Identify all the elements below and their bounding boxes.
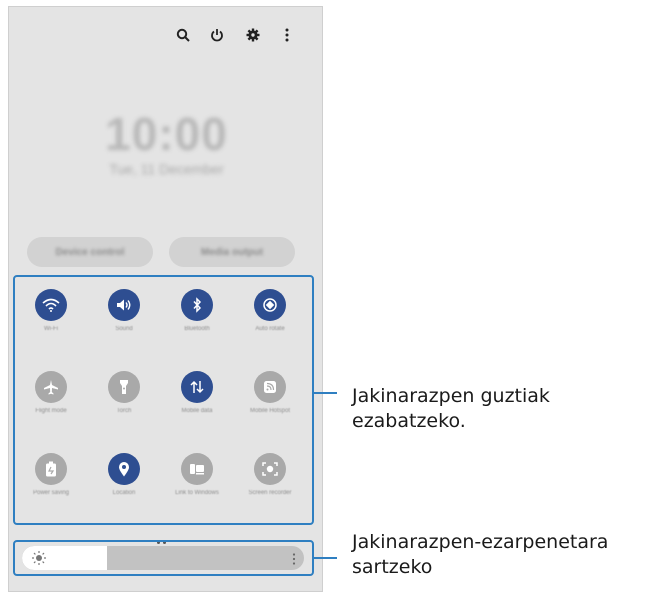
more-options-icon[interactable] <box>273 21 301 49</box>
tile-bluetooth[interactable]: Bluetooth <box>162 279 232 355</box>
device-control-label: Device control <box>55 246 125 258</box>
airplane-icon <box>35 371 67 403</box>
search-icon[interactable] <box>169 21 197 49</box>
torch-icon <box>108 371 140 403</box>
tile-label: Auto rotate <box>255 326 285 332</box>
sound-icon <box>108 289 140 321</box>
tile-label: Flight mode <box>35 408 67 414</box>
callout-bottom-line1: Jakinarazpen-ezarpenetara <box>352 531 609 553</box>
brightness-slider[interactable] <box>22 546 304 570</box>
wifi-icon <box>35 289 67 321</box>
sun-icon <box>31 550 47 566</box>
callout-clear-notifications: Jakinarazpen guztiak ezabatzeko. <box>352 384 550 434</box>
tile-link-to-windows[interactable]: Link to Windows <box>162 443 232 519</box>
quick-panel-toolbar <box>169 21 319 49</box>
tile-location[interactable]: Location <box>89 443 159 519</box>
power-icon[interactable] <box>203 21 231 49</box>
hotspot-icon <box>254 371 286 403</box>
link-windows-icon <box>181 453 213 485</box>
media-output-label: Media output <box>200 246 264 258</box>
page-indicator <box>157 531 177 544</box>
callout-notification-settings: Jakinarazpen-ezarpenetara sartzeko <box>352 530 608 580</box>
auto-rotate-icon <box>254 289 286 321</box>
callout-top-line1: Jakinarazpen guztiak <box>352 385 550 407</box>
tile-label: Bluetooth <box>184 326 210 332</box>
tile-label: Mobile data <box>181 408 213 414</box>
device-control-button[interactable]: Device control <box>27 237 153 267</box>
tile-power-saving[interactable]: Power saving <box>16 443 86 519</box>
tile-mobile-data[interactable]: Mobile data <box>162 361 232 437</box>
tile-label: Torch <box>116 408 132 414</box>
tile-label: Link to Windows <box>175 490 219 496</box>
tile-label: Wi-Fi <box>44 326 58 332</box>
tile-wifi[interactable]: Wi-Fi <box>16 279 86 355</box>
more-options-icon[interactable] <box>292 552 296 565</box>
callout-line-top <box>313 392 337 394</box>
tile-flight-mode[interactable]: Flight mode <box>16 361 86 437</box>
callout-line-bottom <box>313 557 337 559</box>
tile-label: Power saving <box>32 490 70 496</box>
tile-label: Location <box>112 490 136 496</box>
settings-gear-icon[interactable] <box>239 21 267 49</box>
tile-sound[interactable]: Sound <box>89 279 159 355</box>
clock-date: Tue, 11 December <box>109 161 224 177</box>
tile-label: Screen recorder <box>248 490 292 496</box>
power-saving-icon <box>35 453 67 485</box>
location-icon <box>108 453 140 485</box>
tile-label: Mobile Hotspot <box>249 408 291 414</box>
tile-label: Sound <box>115 326 133 332</box>
media-output-button[interactable]: Media output <box>169 237 295 267</box>
tile-torch[interactable]: Torch <box>89 361 159 437</box>
quick-panel: 10:00 Tue, 11 December Device control Me… <box>8 6 323 592</box>
mobile-data-icon <box>181 371 213 403</box>
clock-time: 10:00 <box>105 108 228 160</box>
tile-auto-rotate[interactable]: Auto rotate <box>235 279 305 355</box>
tile-mobile-hotspot[interactable]: Mobile Hotspot <box>235 361 305 437</box>
screen-recorder-icon <box>254 453 286 485</box>
callout-bottom-line2: sartzeko <box>352 556 433 578</box>
callout-top-line2: ezabatzeko. <box>352 410 466 432</box>
tile-screen-recorder[interactable]: Screen recorder <box>235 443 305 519</box>
bluetooth-icon <box>181 289 213 321</box>
